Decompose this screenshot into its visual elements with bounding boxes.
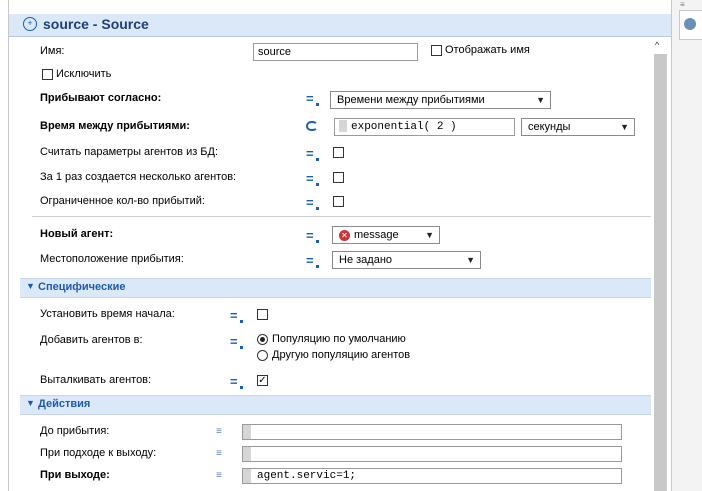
start-time-label: Установить время начала:: [40, 308, 175, 320]
equals-icon[interactable]: =: [306, 254, 322, 268]
chevron-down-icon: ▼: [425, 230, 434, 240]
palette-icon[interactable]: [684, 18, 696, 30]
divider: [32, 216, 651, 217]
on-exit-input[interactable]: agent.servic=1;: [242, 468, 622, 484]
list-icon[interactable]: ≡: [216, 427, 222, 437]
start-time-checkbox[interactable]: [257, 309, 268, 320]
before-arrival-input[interactable]: [242, 424, 622, 440]
radio-other-population[interactable]: [257, 350, 268, 361]
new-agent-label: Новый агент:: [40, 228, 114, 240]
multiple-label: За 1 раз создается несколько агентов:: [40, 171, 237, 183]
limited-label: Ограниченное кол-во прибытий:: [40, 195, 205, 207]
exclude-label: Исключить: [56, 68, 112, 80]
agent-type-dropdown[interactable]: ✕ message ▼: [332, 226, 440, 244]
location-value: Не задано: [339, 254, 393, 266]
before-arrival-label: До прибытия:: [40, 425, 110, 437]
unit-dropdown[interactable]: секунды ▼: [521, 118, 635, 136]
equals-icon[interactable]: =: [306, 229, 322, 243]
read-db-label: Считать параметры агентов из БД:: [40, 146, 219, 158]
unit-dropdown-value: секунды: [528, 121, 571, 133]
equals-icon[interactable]: =: [306, 147, 322, 161]
side-toolbar: [671, 0, 702, 491]
equals-icon[interactable]: =: [230, 309, 246, 323]
push-checkbox[interactable]: ✓: [257, 375, 268, 386]
exclude-checkbox[interactable]: [42, 69, 53, 80]
read-db-checkbox[interactable]: [333, 147, 344, 158]
radio-default-label: Популяцию по умолчанию: [272, 333, 406, 345]
chevron-down-icon: ▼: [466, 255, 475, 265]
radio-default-population[interactable]: [257, 334, 268, 345]
section-specific-title: Специфические: [38, 281, 126, 293]
field-gutter: [243, 425, 251, 439]
scroll-thumb[interactable]: [654, 54, 667, 491]
arrive-dropdown-value: Времени между прибытиями: [337, 94, 485, 106]
collapse-arrow-icon: ▼: [26, 281, 35, 291]
list-icon[interactable]: ≡: [216, 471, 222, 481]
arrive-dropdown[interactable]: Времени между прибытиями ▼: [330, 91, 551, 109]
list-icon[interactable]: ≡: [216, 449, 222, 459]
show-name-label: Отображать имя: [445, 44, 530, 56]
arrive-label: Прибывают согласно:: [40, 92, 162, 104]
interarrival-input[interactable]: exponential( 2 ): [334, 118, 515, 136]
panel-title: source - Source: [43, 16, 149, 32]
collapse-arrow-icon: ▼: [26, 398, 35, 408]
exit-approach-input[interactable]: [242, 446, 622, 462]
field-gutter: [243, 447, 251, 461]
exit-approach-label: При подходе к выходу:: [40, 447, 157, 459]
agent-type-icon: ✕: [339, 229, 350, 241]
section-specific[interactable]: ▼ Специфические: [20, 278, 651, 298]
source-block-icon: +: [23, 17, 37, 31]
toolbar-mini-glyph: ≡: [680, 0, 685, 9]
limited-checkbox[interactable]: [333, 196, 344, 207]
equals-icon[interactable]: =: [230, 375, 246, 389]
equals-icon[interactable]: =: [230, 335, 246, 349]
left-frame: [0, 0, 9, 491]
interarrival-value: exponential( 2 ): [351, 121, 457, 133]
on-exit-label: При выходе:: [40, 469, 110, 481]
panel-titlebar: + source - Source: [9, 14, 671, 37]
section-actions-title: Действия: [38, 398, 91, 410]
location-dropdown[interactable]: Не задано ▼: [332, 251, 481, 269]
push-label: Выталкивать агентов:: [40, 374, 152, 386]
show-name-checkbox[interactable]: [431, 45, 442, 56]
multiple-checkbox[interactable]: [333, 172, 344, 183]
scroll-up-arrow[interactable]: ^: [655, 40, 665, 50]
equals-icon[interactable]: =: [306, 196, 322, 210]
field-gutter: [339, 120, 347, 133]
name-label: Имя:: [40, 45, 65, 57]
interarrival-label: Время между прибытиями:: [40, 120, 190, 132]
section-actions[interactable]: ▼ Действия: [20, 395, 651, 415]
refresh-icon[interactable]: [306, 121, 318, 131]
equals-icon[interactable]: =: [306, 172, 322, 186]
chevron-down-icon: ▼: [536, 95, 545, 105]
radio-other-label: Другую популяцию агентов: [272, 349, 411, 361]
field-gutter: [243, 469, 251, 483]
name-input[interactable]: source: [253, 43, 418, 61]
equals-icon[interactable]: =: [306, 92, 322, 106]
agent-type-value: message: [354, 229, 399, 241]
location-label: Местоположение прибытия:: [40, 253, 184, 265]
add-agents-label: Добавить агентов в:: [40, 334, 143, 346]
on-exit-value: agent.servic=1;: [257, 470, 357, 482]
chevron-down-icon: ▼: [620, 122, 629, 132]
